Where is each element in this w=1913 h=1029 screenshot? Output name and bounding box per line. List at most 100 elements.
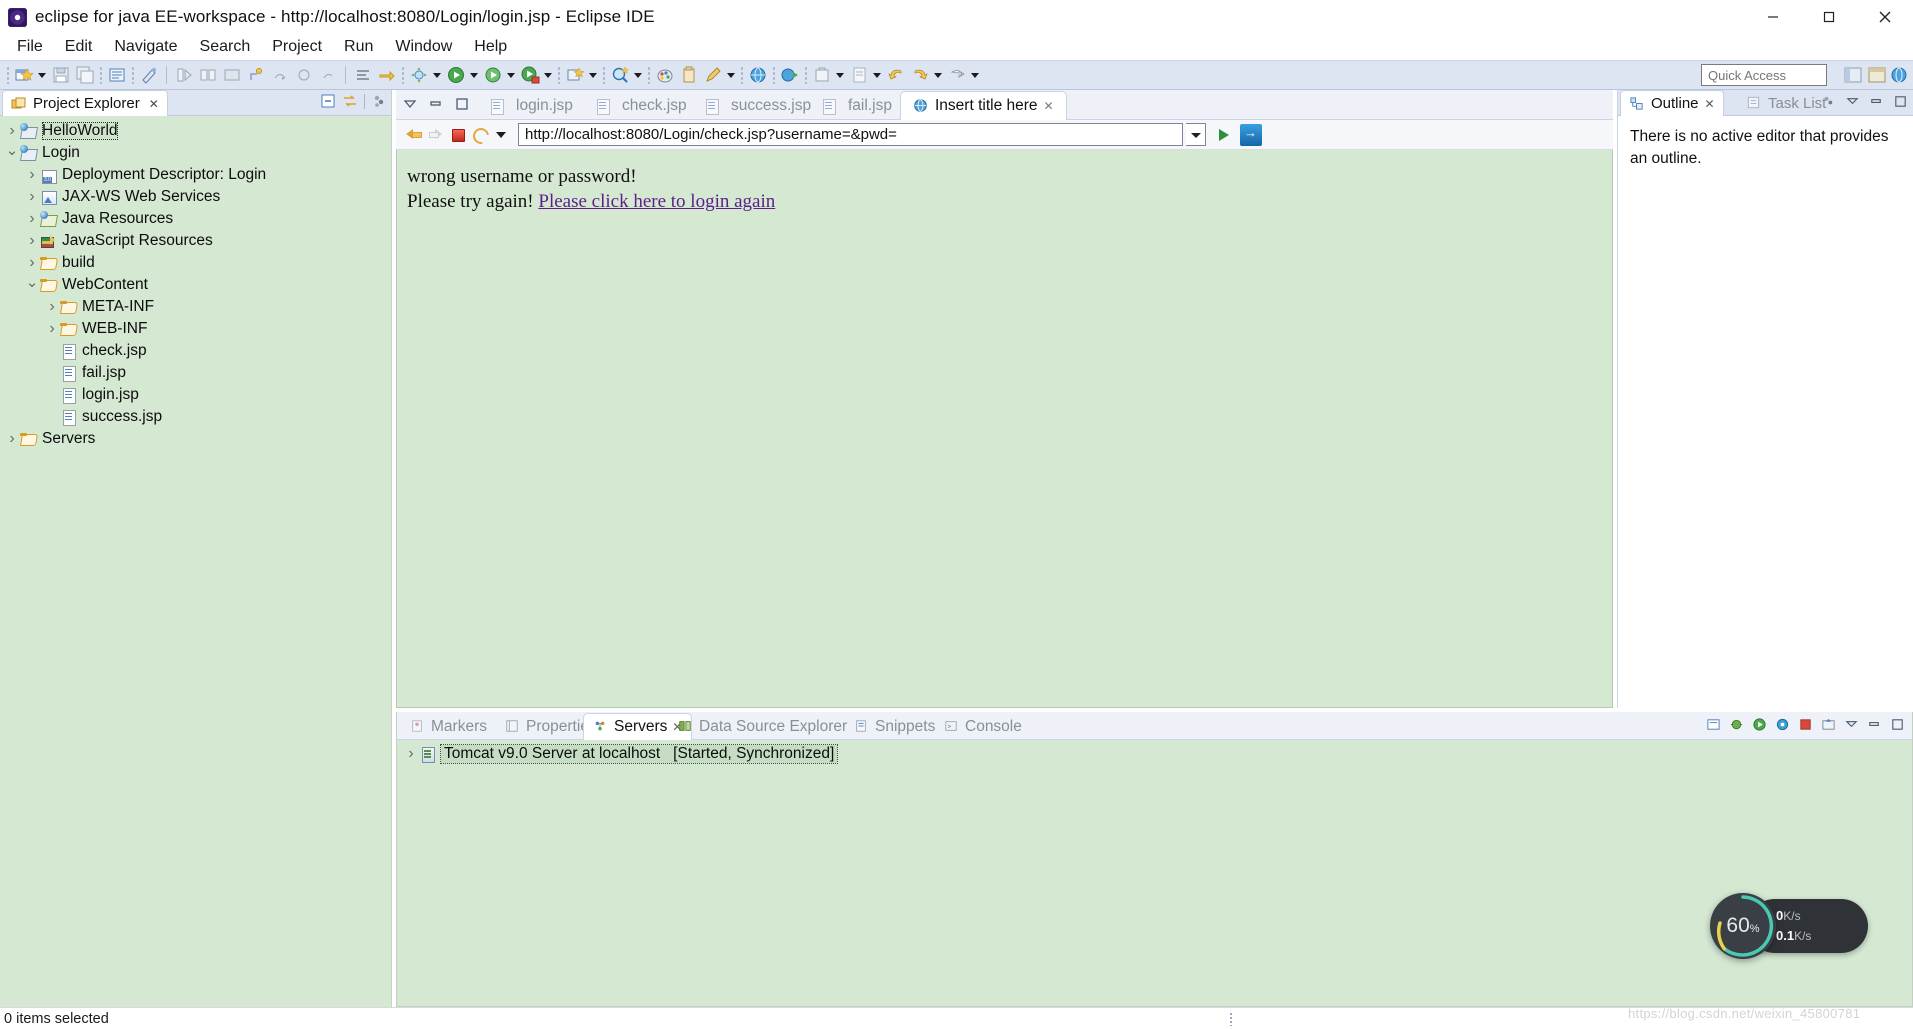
tab-outline[interactable]: Outline ✕ (1620, 90, 1724, 116)
tree-item-check-jsp[interactable]: check.jsp (0, 340, 391, 362)
go-arrow-icon[interactable] (1215, 125, 1233, 145)
forward-arrow-icon[interactable] (426, 125, 445, 144)
stop-icon[interactable] (448, 125, 467, 144)
status-resize-grip[interactable] (1229, 1012, 1233, 1026)
tab-snippets[interactable]: Snippets (845, 713, 944, 740)
tree-item-login[interactable]: Login (0, 142, 391, 164)
edit-pen-dropdown-icon[interactable] (725, 64, 738, 86)
new-folder-icon[interactable] (811, 64, 833, 86)
tree-item-success-jsp[interactable]: success.jsp (0, 406, 391, 428)
chevron-down-icon[interactable] (492, 125, 511, 144)
tree-item-java-resources[interactable]: Java Resources (0, 208, 391, 230)
tree-item-deployment-descriptor[interactable]: Deployment Descriptor: Login (0, 164, 391, 186)
debug-server-icon[interactable] (1729, 717, 1745, 733)
outline-collapse-icon[interactable] (1869, 94, 1885, 110)
forward-nav-icon[interactable] (946, 64, 968, 86)
menu-file[interactable]: File (6, 36, 54, 58)
project-explorer-close-icon[interactable]: ✕ (149, 97, 159, 111)
search-dropdown-icon[interactable] (632, 64, 645, 86)
tree-item-webcontent[interactable]: WebContent (0, 274, 391, 296)
outline-close-icon[interactable]: ✕ (1705, 97, 1715, 111)
open-web-browser-icon[interactable] (747, 64, 769, 86)
menu-help[interactable]: Help (463, 36, 518, 58)
twisty-icon[interactable] (24, 254, 40, 272)
maximize-editor-icon[interactable] (454, 96, 470, 112)
minimize-button[interactable] (1745, 0, 1801, 34)
open-java-perspective-icon[interactable] (1843, 65, 1863, 85)
run-last-tool-icon[interactable] (173, 64, 195, 86)
profile-server-icon[interactable] (1775, 717, 1791, 733)
tab-console[interactable]: > Console (935, 713, 1031, 740)
back-history-icon[interactable] (885, 64, 907, 86)
url-input[interactable]: http://localhost:8080/Login/check.jsp?us… (518, 123, 1183, 146)
twisty-icon[interactable] (24, 232, 40, 250)
editor-tab-fail-jsp[interactable]: fail.jsp (808, 92, 904, 120)
publish-icon[interactable] (1821, 717, 1837, 733)
editor-tab-close-icon[interactable]: ✕ (1044, 99, 1054, 113)
edit-pen-icon[interactable] (702, 64, 724, 86)
open-javaee-perspective-icon[interactable] (1867, 65, 1887, 85)
twisty-icon[interactable] (4, 122, 20, 140)
quick-fix-icon[interactable] (138, 64, 160, 86)
menu-navigate[interactable]: Navigate (103, 36, 188, 58)
tab-data-source-explorer[interactable]: Data Source Explorer (669, 713, 856, 740)
debug-icon[interactable] (482, 64, 504, 86)
save-all-icon[interactable] (74, 64, 96, 86)
back-arrow-icon[interactable] (404, 125, 423, 144)
new-server-icon[interactable] (1706, 717, 1722, 733)
editor-tab-insert-title-here[interactable]: Insert title here ✕ (900, 91, 1067, 121)
open-perspective-icon[interactable] (221, 64, 243, 86)
save-icon[interactable] (50, 64, 72, 86)
twisty-icon[interactable] (24, 166, 40, 184)
twisty-icon[interactable] (44, 298, 60, 316)
start-server-icon[interactable] (1752, 717, 1768, 733)
print-preview-icon[interactable] (848, 64, 870, 86)
resume-icon[interactable] (317, 64, 339, 86)
toggle-breadcrumb-icon[interactable] (197, 64, 219, 86)
palette-icon[interactable] (654, 64, 676, 86)
forward-history-icon[interactable] (909, 64, 931, 86)
collapse-all-icon[interactable] (320, 93, 336, 109)
tree-item-helloworld[interactable]: HelloWorld (0, 120, 391, 142)
run-on-server-icon[interactable] (519, 64, 541, 86)
editor-tab-success-jsp[interactable]: success.jsp (691, 92, 823, 120)
debug-step-icon[interactable] (245, 64, 267, 86)
network-speed-widget[interactable]: ▲ ▼ 0K/s 0.1K/s 60% (1710, 893, 1870, 959)
menu-search[interactable]: Search (189, 36, 262, 58)
tree-item-fail-jsp[interactable]: fail.jsp (0, 362, 391, 384)
editor-tab-check-jsp[interactable]: check.jsp (582, 92, 699, 120)
run-on-server-dropdown-icon[interactable] (542, 64, 555, 86)
forward-nav-dropdown-icon[interactable] (969, 64, 982, 86)
clipboard-icon[interactable] (678, 64, 700, 86)
open-type-icon[interactable] (352, 64, 374, 86)
tree-item-web-inf[interactable]: WEB-INF (0, 318, 391, 340)
outline-view-menu-icon[interactable] (1821, 94, 1837, 110)
minimize-editor-icon[interactable] (428, 96, 444, 112)
new-folder-dropdown-icon[interactable] (834, 64, 847, 86)
twisty-icon[interactable] (24, 210, 40, 228)
tree-item-jaxws-web-services[interactable]: JAX-WS Web Services (0, 186, 391, 208)
servers-view-body[interactable]: Tomcat v9.0 Server at localhost [Started… (397, 740, 1912, 1006)
tree-item-meta-inf[interactable]: META-INF (0, 296, 391, 318)
menu-window[interactable]: Window (384, 36, 463, 58)
url-history-dropdown-icon[interactable] (1186, 123, 1206, 146)
new-java-class-icon[interactable] (408, 64, 430, 86)
run-dropdown-icon[interactable] (468, 64, 481, 86)
bottom-view-menu-icon[interactable] (1844, 717, 1860, 733)
editor-view-menu-icon[interactable] (402, 96, 418, 112)
twisty-icon[interactable] (44, 320, 60, 338)
twisty-icon[interactable] (24, 276, 40, 294)
tree-item-build[interactable]: build (0, 252, 391, 274)
new-wizard-icon[interactable] (13, 64, 35, 86)
outline-minimize-icon[interactable] (1845, 94, 1861, 110)
new-server-dropdown-icon[interactable] (587, 64, 600, 86)
tree-item-javascript-resources[interactable]: JavaScript Resources (0, 230, 391, 252)
stop-server-icon[interactable] (1798, 717, 1814, 733)
step-over-icon[interactable] (269, 64, 291, 86)
menu-project[interactable]: Project (261, 36, 333, 58)
outline-maximize-icon[interactable] (1893, 94, 1909, 110)
history-dropdown-icon[interactable] (932, 64, 945, 86)
tree-item-login-jsp[interactable]: login.jsp (0, 384, 391, 406)
tree-item-servers[interactable]: Servers (0, 428, 391, 450)
cpu-usage-dial[interactable]: 60% (1710, 893, 1776, 959)
